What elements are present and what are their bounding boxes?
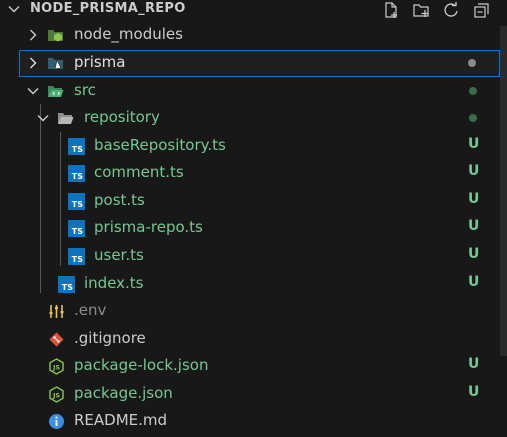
chevron-right-icon xyxy=(30,57,37,69)
tree-item-label: index.ts xyxy=(84,274,144,292)
folder-open-icon xyxy=(58,113,74,124)
tree-item-prisma[interactable]: prisma xyxy=(19,50,500,77)
vertical-scrollbar[interactable] xyxy=(500,26,507,356)
typescript-icon: TS xyxy=(58,276,75,293)
tree-item-label: repository xyxy=(84,108,160,126)
new-folder-button[interactable] xyxy=(410,0,432,20)
new-file-icon xyxy=(385,2,397,18)
collapse-all-button[interactable] xyxy=(470,0,492,20)
tree-item-readme[interactable]: README.md xyxy=(0,408,507,435)
tree-item-label: README.md xyxy=(74,411,168,429)
settings-sliders-icon xyxy=(49,305,64,318)
chevron-down-icon xyxy=(37,115,49,122)
typescript-icon: TS xyxy=(68,248,85,265)
chevron-right-icon xyxy=(30,29,37,41)
tree-item-label: baseRepository.ts xyxy=(94,136,226,154)
untracked-badge: U xyxy=(468,246,480,262)
tree-item-label: user.ts xyxy=(94,246,144,264)
nodejs-icon: JS xyxy=(49,358,64,375)
status-dot xyxy=(469,114,477,122)
tree-item-src[interactable]: src xyxy=(0,78,507,105)
status-dot xyxy=(469,87,477,95)
tree-item-label: post.ts xyxy=(94,191,145,209)
tree-item-label: src xyxy=(74,81,96,99)
tree-item-label: .env xyxy=(74,301,107,319)
chevron-down-icon xyxy=(27,88,39,95)
tree-item-package-lock[interactable]: JS package-lock.json U xyxy=(0,353,507,380)
refresh-icon xyxy=(444,2,458,17)
tree-item-label: .gitignore xyxy=(74,329,146,347)
collapse-all-icon xyxy=(474,3,489,18)
typescript-icon: TS xyxy=(68,220,85,237)
untracked-badge: U xyxy=(468,356,480,372)
tree-item-user[interactable]: TS user.ts U xyxy=(0,243,507,270)
explorer-header[interactable]: NODE_PRISMA_REPO xyxy=(0,0,507,20)
untracked-badge: U xyxy=(468,384,480,400)
svg-text:JS: JS xyxy=(52,392,60,400)
chevron-down-icon[interactable] xyxy=(7,2,21,16)
git-icon xyxy=(49,332,64,347)
typescript-icon: TS xyxy=(68,138,85,155)
info-icon xyxy=(49,414,64,429)
svg-text:JS: JS xyxy=(52,364,60,372)
typescript-icon: TS xyxy=(68,193,85,210)
tree-item-post[interactable]: TS post.ts U xyxy=(0,188,507,215)
tree-item-label: comment.ts xyxy=(94,163,184,181)
tree-item-index[interactable]: TS index.ts U xyxy=(0,271,507,298)
workspace-title: NODE_PRISMA_REPO xyxy=(30,1,186,16)
tree-item-repository[interactable]: repository xyxy=(0,105,507,132)
untracked-badge: U xyxy=(468,136,480,152)
tree-item-env[interactable]: .env xyxy=(0,298,507,325)
new-folder-icon xyxy=(413,4,429,17)
tree-item-label: package.json xyxy=(74,384,173,402)
tree-item-node-modules[interactable]: node_modules xyxy=(0,22,507,49)
tree-item-label: package-lock.json xyxy=(74,356,209,374)
refresh-button[interactable] xyxy=(440,0,462,20)
untracked-badge: U xyxy=(468,218,480,234)
tree-item-package-json[interactable]: JS package.json U xyxy=(0,381,507,408)
typescript-icon: TS xyxy=(68,165,85,182)
new-file-button[interactable] xyxy=(380,0,402,20)
tree-item-label: prisma-repo.ts xyxy=(94,218,203,236)
node-modules-folder-icon xyxy=(48,30,63,42)
untracked-badge: U xyxy=(468,191,480,207)
tree-item-base-repository[interactable]: TS baseRepository.ts U xyxy=(0,133,507,160)
tree-item-comment[interactable]: TS comment.ts U xyxy=(0,160,507,187)
tree-item-gitignore[interactable]: .gitignore xyxy=(0,326,507,353)
tree-item-label: node_modules xyxy=(74,25,183,43)
prisma-folder-icon xyxy=(48,58,63,70)
untracked-badge: U xyxy=(468,163,480,179)
src-folder-open-icon xyxy=(48,86,64,97)
nodejs-icon: JS xyxy=(49,386,64,403)
status-dot xyxy=(468,59,476,67)
explorer-panel: NODE_PRISMA_REPO node_modules prisma src… xyxy=(0,0,507,437)
untracked-badge: U xyxy=(468,274,480,290)
tree-item-prisma-repo[interactable]: TS prisma-repo.ts U xyxy=(0,215,507,242)
tree-item-label: prisma xyxy=(74,53,126,71)
